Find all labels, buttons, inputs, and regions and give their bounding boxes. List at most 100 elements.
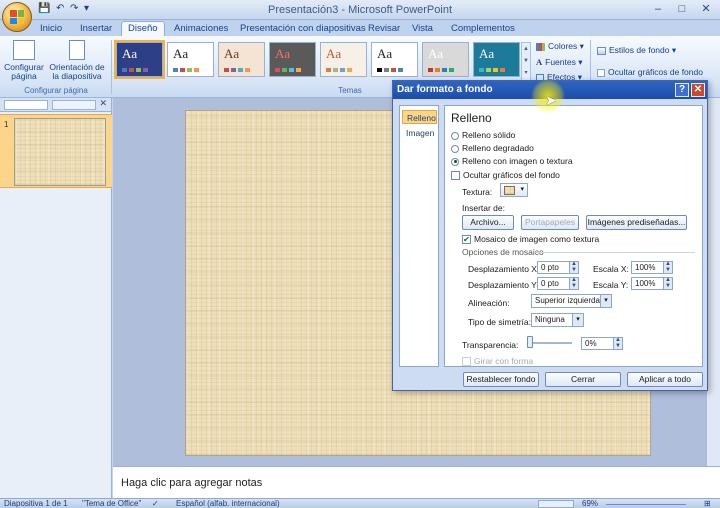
close-pane-icon[interactable]: ✕ [99, 98, 107, 109]
theme-color-swatch [231, 68, 236, 72]
file-button[interactable]: Archivo... [462, 215, 514, 230]
theme-thumbnail[interactable]: Aa [422, 42, 469, 77]
nav-imagen[interactable]: Imagen [402, 126, 437, 140]
fonts-icon: A [536, 57, 543, 67]
background-styles-button[interactable]: Estilos de fondo ▾ [597, 45, 676, 56]
zoom-slider[interactable] [606, 504, 686, 505]
theme-thumbnail[interactable]: Aa [371, 42, 418, 77]
theme-color-swatches [275, 68, 301, 72]
tab-vista[interactable]: Vista [406, 22, 439, 36]
section-title: Relleno [451, 111, 492, 125]
theme-color-swatch [435, 68, 440, 72]
theme-thumbnail[interactable]: Aa [320, 42, 367, 77]
theme-color-swatch [275, 68, 280, 72]
group-divider [111, 40, 112, 94]
fonts-button[interactable]: A Fuentes ▾ [536, 57, 583, 68]
page-setup-button[interactable]: Configurar página [4, 40, 44, 81]
theme-label: Aa [428, 46, 444, 61]
theme-thumbnail[interactable]: Aa [167, 42, 214, 77]
gradient-fill-radio[interactable]: Relleno degradado [451, 143, 534, 153]
transparency-slider-thumb[interactable] [527, 336, 533, 348]
spinner-arrows-icon[interactable]: ▲ ▼ [569, 277, 578, 289]
theme-color-swatch [238, 68, 243, 72]
theme-color-swatch [136, 68, 141, 72]
outline-tab[interactable] [52, 100, 96, 110]
spinner-arrows-icon[interactable]: ▲ ▼ [663, 261, 672, 273]
vertical-scrollbar[interactable] [706, 98, 720, 466]
theme-status: "Tema de Office" [82, 499, 142, 508]
spinner-arrows-icon[interactable]: ▲ ▼ [613, 337, 622, 349]
gallery-scroll[interactable]: ▲ ▼ ▾ [521, 42, 531, 82]
hide-background-graphics-checkbox[interactable]: Ocultar gráficos del fondo [451, 170, 560, 181]
spinner-arrows-icon[interactable]: ▲ ▼ [663, 277, 672, 289]
apply-to-all-button[interactable]: Aplicar a todo [627, 372, 703, 387]
offset-y-input[interactable]: 0 pto ▲ ▼ [537, 277, 579, 290]
theme-color-swatches [173, 68, 199, 72]
language-status[interactable]: Español (alfab. internacional) [176, 499, 280, 508]
theme-color-swatches [122, 68, 148, 72]
close-button[interactable]: ✕ [694, 1, 718, 17]
maximize-button[interactable]: □ [670, 1, 694, 17]
view-buttons[interactable] [538, 500, 574, 508]
theme-color-swatch [442, 68, 447, 72]
tab-animaciones[interactable]: Animaciones [168, 22, 234, 36]
picture-fill-radio[interactable]: Relleno con imagen o textura [451, 156, 573, 166]
minimize-button[interactable]: – [646, 1, 670, 17]
fill-panel: Relleno Relleno sólido Relleno degradado… [444, 105, 703, 367]
nav-relleno[interactable]: Relleno [402, 110, 437, 124]
theme-color-swatch [428, 68, 433, 72]
theme-color-swatch [391, 68, 396, 72]
offset-x-input[interactable]: 0 pto ▲ ▼ [537, 261, 579, 274]
zoom-level[interactable]: 69% [582, 499, 598, 508]
theme-thumbnail[interactable]: Aa [114, 40, 165, 79]
transparency-slider-track[interactable] [528, 342, 572, 344]
transparency-input[interactable]: 0% ▲ ▼ [581, 337, 623, 350]
orientation-icon [69, 40, 85, 60]
tab-insertar[interactable]: Insertar [74, 22, 118, 36]
tab-presentacion[interactable]: Presentación con diapositivas [234, 22, 372, 36]
theme-label: Aa [173, 46, 189, 61]
theme-color-swatch [326, 68, 331, 72]
checkbox-icon [451, 171, 460, 181]
slide-count-status: Diapositiva 1 de 1 [4, 499, 68, 508]
scale-y-input[interactable]: 100% ▲ ▼ [631, 277, 673, 290]
theme-thumbnail[interactable]: Aa [269, 42, 316, 77]
help-button[interactable]: ? [675, 83, 689, 97]
chevron-down-icon: ▾ [600, 295, 611, 307]
theme-thumbnail[interactable]: Aa [218, 42, 265, 77]
tab-complementos[interactable]: Complementos [445, 22, 521, 36]
hide-bg-graphics-checkbox[interactable]: Ocultar gráficos de fondo [597, 67, 703, 77]
fit-to-window-icon[interactable]: ⊞ [704, 499, 711, 508]
clipart-button[interactable]: Imágenes prediseñadas... [586, 215, 687, 230]
reset-background-button[interactable]: Restablecer fondo [463, 372, 539, 387]
tile-checkbox[interactable]: ✔ Mosaico de imagen como textura [462, 234, 599, 245]
tab-revisar[interactable]: Revisar [362, 22, 406, 36]
slide-thumbnail-row[interactable]: 1 [0, 114, 112, 188]
scale-x-input[interactable]: 100% ▲ ▼ [631, 261, 673, 274]
page-setup-group-label: Configurar página [24, 86, 88, 95]
office-button[interactable] [2, 2, 32, 32]
notes-pane[interactable]: Haga clic para agregar notas [113, 466, 720, 498]
dialog-close-button[interactable]: ✕ [691, 83, 705, 97]
slides-tab[interactable] [4, 100, 48, 110]
ribbon-tabs: Inicio Insertar Diseño Animaciones Prese… [0, 20, 720, 37]
mirror-select[interactable]: Ninguna ▾ [531, 313, 584, 327]
alignment-select[interactable]: Superior izquierda ▾ [531, 294, 612, 308]
slide-thumbnail[interactable] [14, 118, 106, 186]
orientation-button[interactable]: Orientación de la diapositiva [48, 40, 106, 81]
checkbox-icon [462, 357, 471, 367]
spinner-arrows-icon[interactable]: ▲ ▼ [569, 261, 578, 273]
solid-fill-radio[interactable]: Relleno sólido [451, 130, 515, 140]
theme-color-swatch [129, 68, 134, 72]
texture-picker[interactable]: ▾ [500, 183, 528, 197]
format-background-dialog: Dar formato a fondo ? ✕ Relleno Imagen R… [392, 80, 708, 391]
tab-inicio[interactable]: Inicio [34, 22, 68, 36]
colors-button[interactable]: Colores ▾ [536, 41, 584, 52]
theme-thumbnail[interactable]: Aa [473, 42, 520, 77]
theme-label: Aa [224, 46, 240, 61]
spellcheck-icon[interactable]: ✓ [152, 499, 159, 508]
insert-from-label: Insertar de: [462, 203, 505, 213]
theme-color-swatch [486, 68, 491, 72]
dialog-close-text-button[interactable]: Cerrar [545, 372, 621, 387]
tab-diseno[interactable]: Diseño [121, 21, 165, 37]
